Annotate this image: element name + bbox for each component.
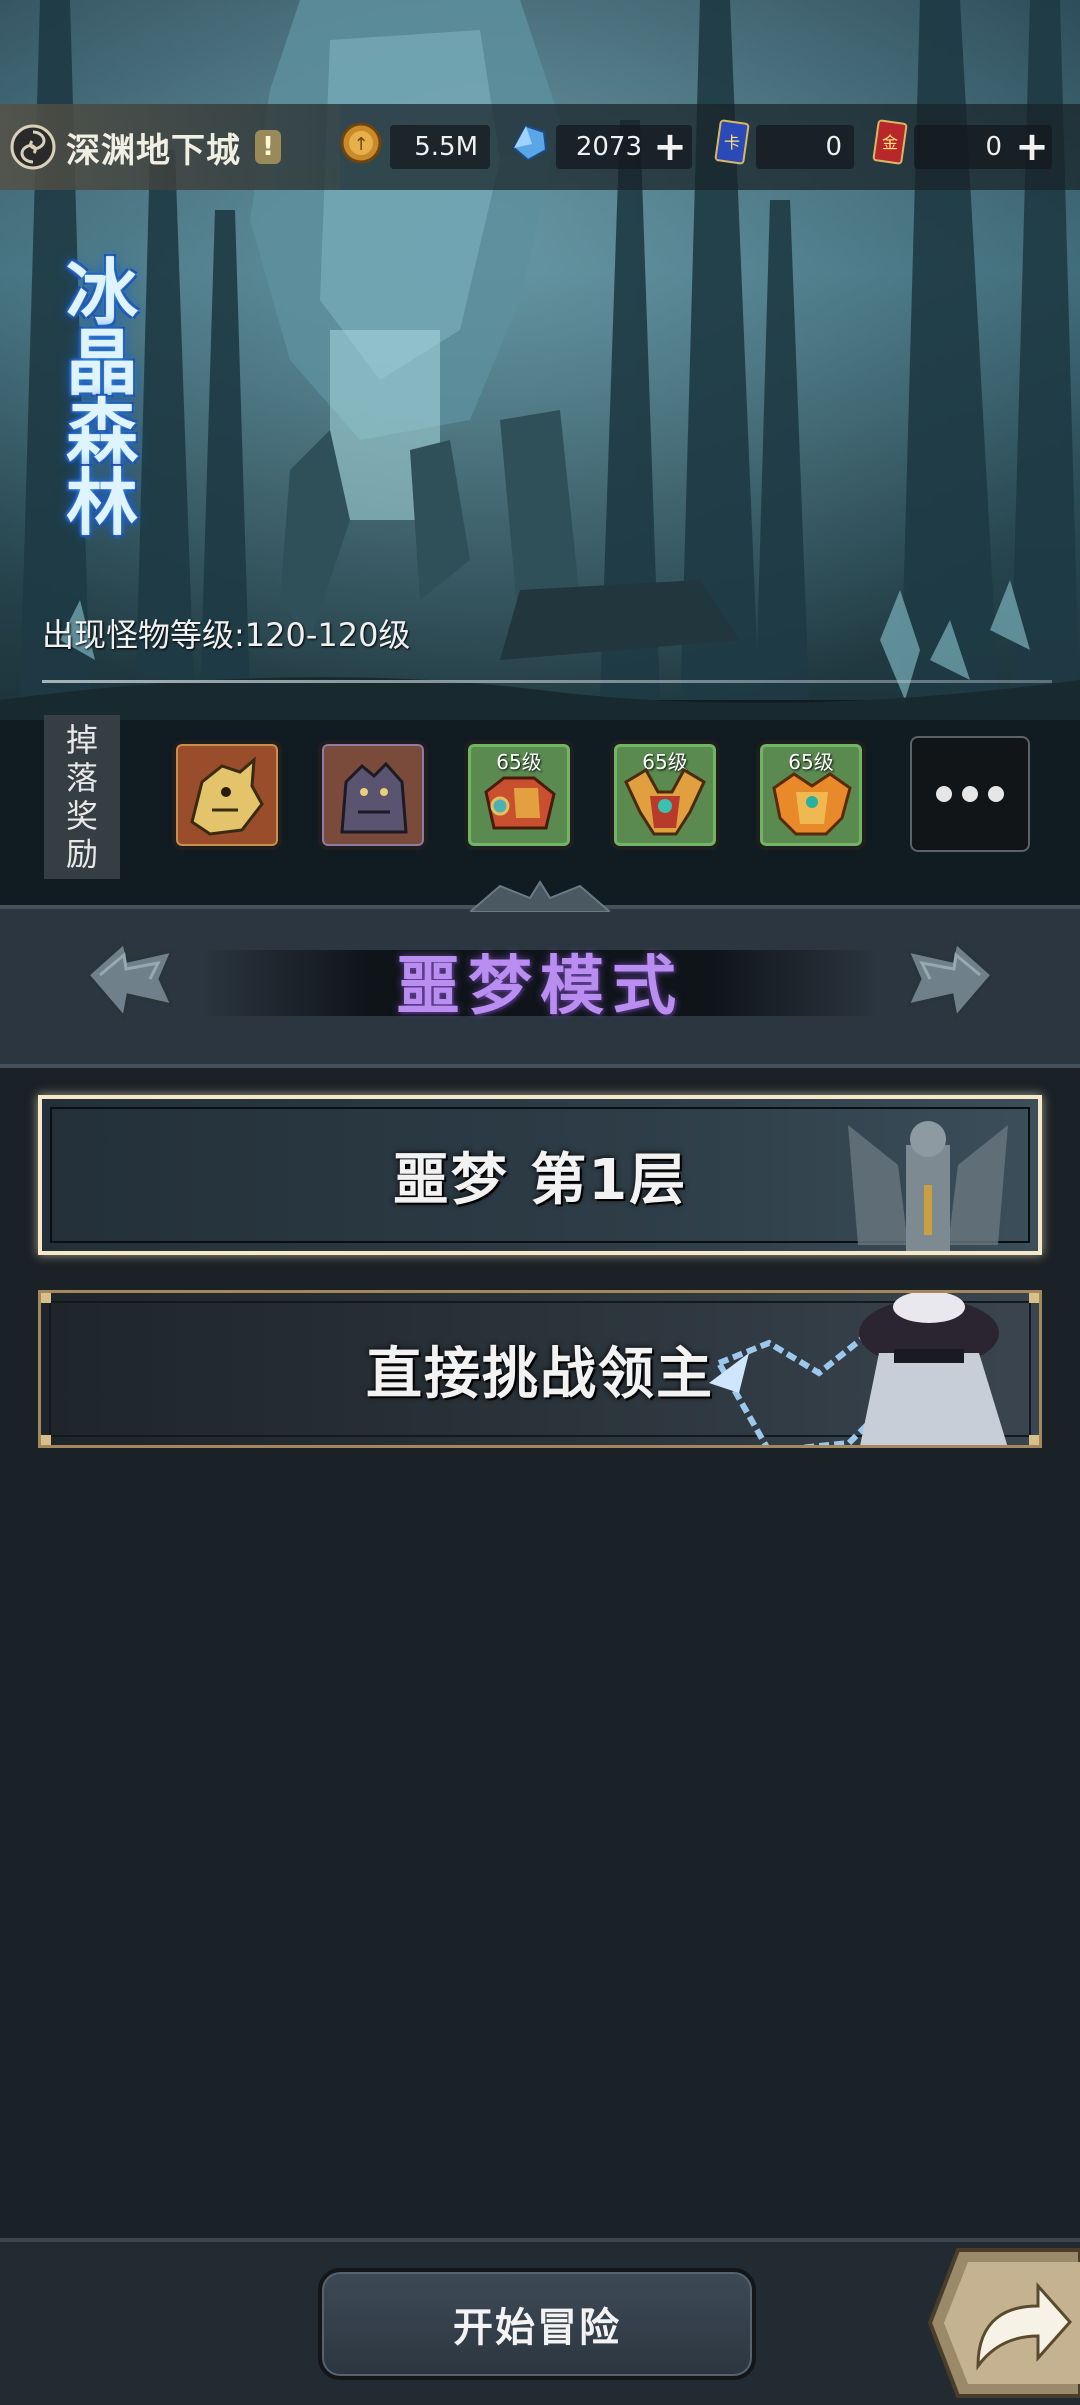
zone-title-char: 晶 — [65, 321, 138, 405]
drops-label-char: 奖 — [65, 797, 98, 835]
zone-title-char: 林 — [65, 461, 138, 545]
crystal-value: 2073 — [575, 132, 642, 162]
next-mode-button[interactable] — [900, 935, 1000, 1025]
drops-label: 掉 落 奖 励 — [44, 715, 120, 879]
zone-title-char: 森 — [65, 391, 138, 475]
svg-text:卡: 卡 — [724, 133, 740, 152]
divider — [42, 680, 1052, 683]
more-icon-dot — [962, 786, 978, 802]
level-label: 噩梦 第1层 — [392, 1147, 688, 1213]
go-arrow-button[interactable] — [928, 2248, 1080, 2398]
dungeon-name: 深渊地下城 — [66, 130, 241, 171]
blue-crystal-icon — [512, 124, 548, 162]
drops-label-char: 励 — [65, 835, 98, 873]
previous-mode-button[interactable] — [80, 935, 180, 1025]
blue-card-value: 0 — [825, 132, 842, 162]
drop-item-slot[interactable] — [318, 740, 428, 850]
info-badge[interactable]: ! — [255, 130, 281, 164]
zone-title-char: 冰 — [65, 251, 138, 335]
level-label: 直接挑战领主 — [366, 1341, 714, 1407]
ornament-notch — [470, 880, 610, 912]
red-gold-card-icon: 金 — [872, 119, 908, 165]
start-adventure-button[interactable]: 开始冒险 — [318, 2268, 756, 2380]
dungeon-header[interactable]: 深渊地下城 ! — [0, 104, 340, 190]
dark-beast-monster-icon — [340, 761, 408, 834]
blue-card-counter: 0 — [756, 125, 854, 169]
add-red-card-button[interactable]: + — [1010, 125, 1054, 169]
monster-level-text: 出现怪物等级:120-120级 — [42, 616, 411, 654]
svg-text:↑: ↑ — [353, 134, 368, 155]
winged-helmet-icon — [624, 767, 706, 836]
blue-ticket-card-icon: 卡 — [714, 119, 750, 165]
golden-dragon-monster-icon — [190, 756, 264, 836]
drop-item-slot[interactable]: 65级 — [610, 740, 720, 850]
drop-item-slot[interactable]: 65级 — [464, 740, 574, 850]
challenge-boss-option[interactable]: 直接挑战领主 — [38, 1290, 1042, 1448]
drop-item-slot[interactable] — [172, 740, 282, 850]
red-card-value: 0 — [985, 132, 1002, 162]
level-option-floor-1[interactable]: 噩梦 第1层 — [38, 1095, 1042, 1255]
gold-counter: 5.5M — [390, 125, 490, 169]
add-crystal-button[interactable]: + — [648, 125, 692, 169]
dungeon-swirl-icon — [10, 124, 56, 170]
gold-value: 5.5M — [414, 132, 478, 162]
more-drops-button[interactable] — [910, 736, 1030, 852]
red-armor-icon — [484, 776, 556, 830]
svg-text:金: 金 — [882, 133, 898, 152]
more-icon — [936, 786, 952, 802]
drop-item-slot[interactable]: 65级 — [756, 740, 866, 850]
drops-label-char: 掉 — [65, 721, 98, 759]
zone-title: 冰 晶 森 林 — [52, 251, 152, 545]
phoenix-armor-icon — [772, 772, 852, 836]
more-icon-dot — [988, 786, 1004, 802]
gold-coin-icon: ↑ — [340, 122, 382, 164]
drops-label-char: 落 — [65, 759, 98, 797]
